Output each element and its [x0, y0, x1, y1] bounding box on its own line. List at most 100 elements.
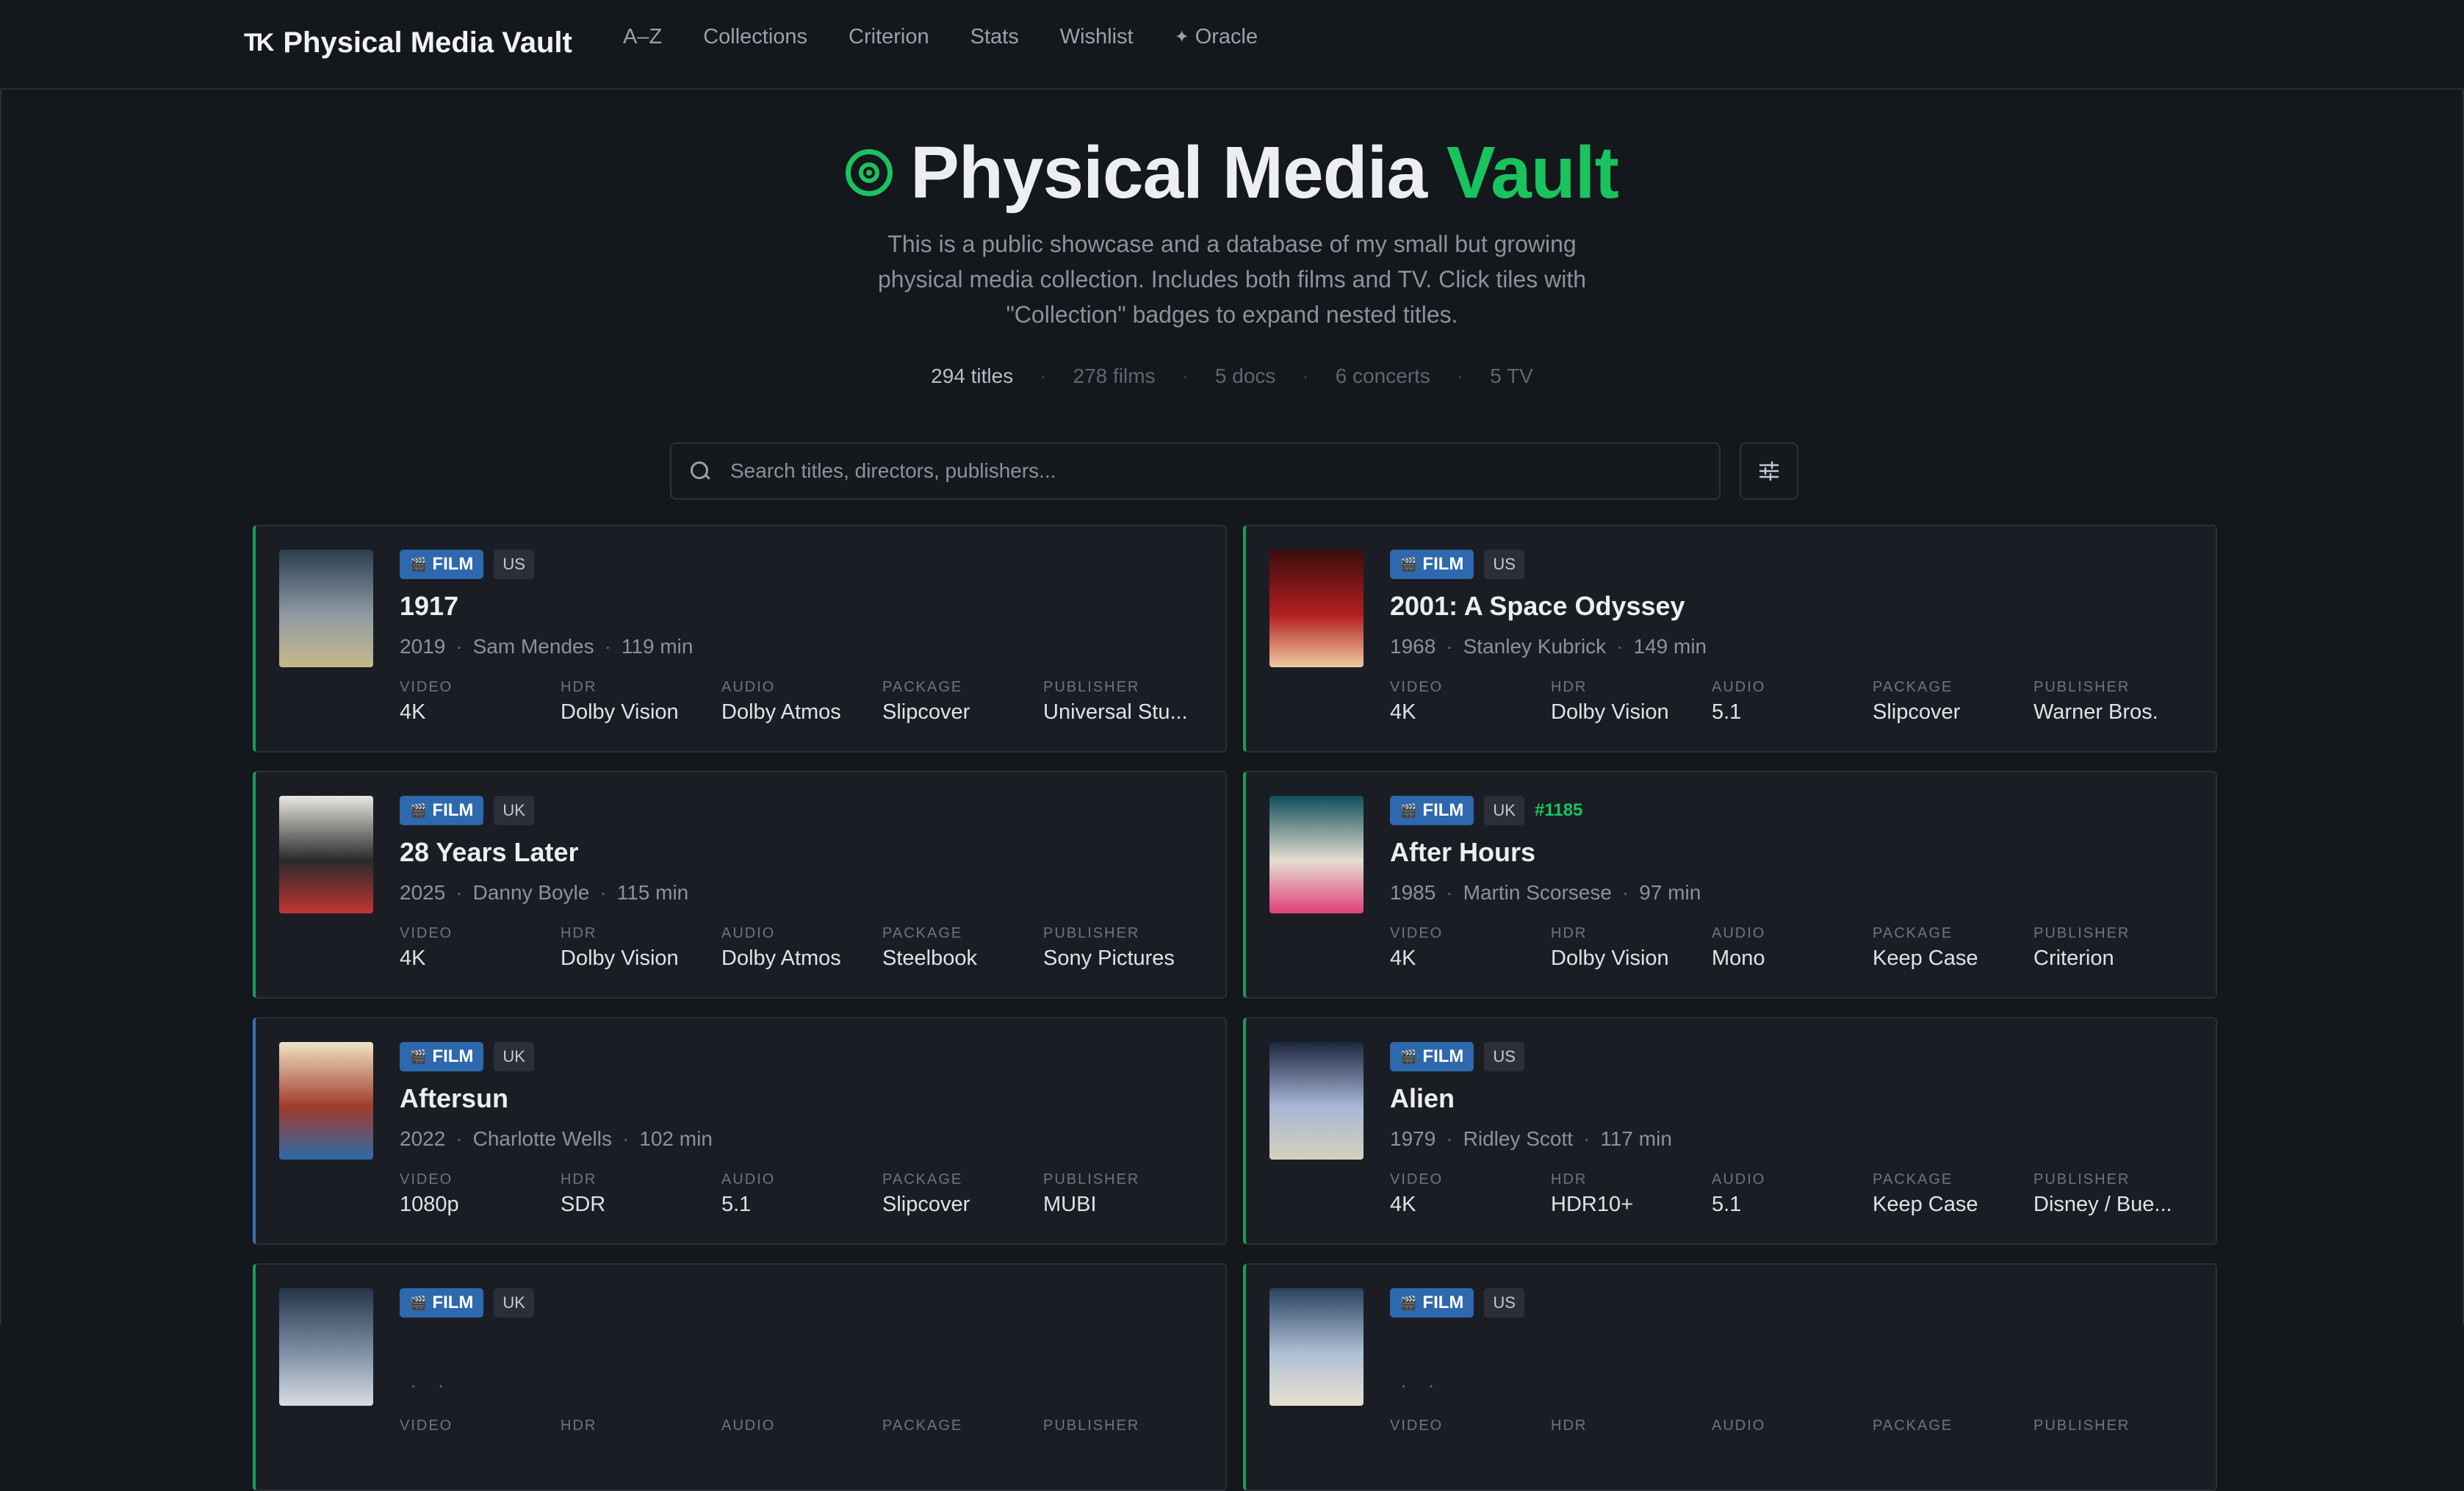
card-runtime: 117 min: [1600, 1127, 1672, 1150]
card-title[interactable]: 28 Years Later: [400, 837, 579, 868]
spec-hdr: HDR SDR: [561, 1171, 721, 1217]
type-badge: 🎬 FILM: [400, 550, 484, 579]
spec-value: 5.1: [1712, 700, 1742, 724]
nav-link-label: Stats: [970, 25, 1019, 48]
type-label: FILM: [432, 1046, 474, 1066]
card-title[interactable]: Alien: [1390, 1083, 1455, 1114]
spec-label: PACKAGE: [882, 1171, 963, 1188]
nav-links: A–Z Collections Criterion Stats Wishlist…: [623, 25, 1258, 49]
card-title[interactable]: After Hours: [1390, 837, 1535, 868]
spec-label: AUDIO: [721, 925, 776, 941]
card-director: Charlotte Wells: [472, 1127, 612, 1150]
title-card[interactable]: 🎬 FILM UK · · VIDEO HDR AUDIO PACKAGE PU…: [253, 1263, 1227, 1491]
card-runtime: 115 min: [616, 881, 689, 904]
spec-label: PACKAGE: [1873, 1171, 1953, 1188]
poster-image: [1269, 550, 1364, 667]
card-year: 1968: [1390, 635, 1436, 658]
spec-package: PACKAGE Slipcover: [882, 679, 1043, 725]
stat-separator: ·: [1181, 364, 1189, 387]
region-badge: UK: [494, 796, 534, 825]
spec-value: Keep Case: [1873, 946, 1978, 970]
type-label: FILM: [432, 554, 474, 574]
type-badge: 🎬 FILM: [1390, 1042, 1474, 1071]
nav-link-oracle[interactable]: ✦ Oracle: [1175, 25, 1258, 49]
card-title[interactable]: Aftersun: [400, 1083, 508, 1114]
nav-link-a-z[interactable]: A–Z: [623, 25, 662, 49]
spec-hdr: HDR Dolby Vision: [1551, 679, 1712, 725]
title-card[interactable]: 🎬 FILM US · · VIDEO HDR AUDIO PACKAGE PU…: [1243, 1263, 2217, 1491]
title-card[interactable]: 🎬 FILM US 2001: A Space Odyssey 1968 · Sta…: [1243, 525, 2217, 752]
nav-link-wishlist[interactable]: Wishlist: [1060, 25, 1134, 49]
region-badge: UK: [1484, 796, 1524, 825]
spec-value: HDR10+: [1551, 1193, 1634, 1216]
card-title[interactable]: 2001: A Space Odyssey: [1390, 591, 1685, 622]
clapperboard-icon: 🎬: [410, 556, 427, 572]
spec-label: HDR: [561, 1418, 597, 1434]
spec-audio: AUDIO: [721, 1418, 882, 1439]
meta-separator: ·: [1583, 1127, 1591, 1150]
spec-label: PUBLISHER: [2033, 1418, 2130, 1434]
spec-value: Warner Bros.: [2033, 700, 2158, 724]
spec-audio: AUDIO Mono: [1712, 925, 1873, 971]
title-main: Physical Media: [910, 132, 1447, 214]
nav-link-label: Collections: [703, 25, 808, 48]
spec-label: PUBLISHER: [1043, 1171, 1140, 1188]
spec-publisher: PUBLISHER: [1043, 1418, 1204, 1439]
spec-publisher: PUBLISHER Universal Stu...: [1043, 679, 1204, 725]
spec-value: 5.1: [1712, 1193, 1742, 1216]
meta-separator: ·: [1446, 635, 1453, 658]
filter-button[interactable]: [1740, 442, 1798, 500]
spec-package: PACKAGE Keep Case: [1873, 925, 2033, 971]
title-card[interactable]: 🎬 FILM US Alien 1979 · Ridley Scott · 117 mi…: [1243, 1017, 2217, 1245]
hero: Physical Media Vault This is a public sh…: [0, 125, 2464, 388]
card-title[interactable]: 1917: [400, 591, 458, 622]
meta-separator: ·: [455, 881, 463, 904]
card-meta: · ·: [400, 1373, 455, 1397]
card-meta: 1985 · Martin Scorsese · 97 min: [1390, 881, 1701, 905]
title-card[interactable]: 🎬 FILM UK Aftersun 2022 · Charlotte Wells ·…: [253, 1017, 1227, 1245]
poster-image: [1269, 1288, 1364, 1406]
nav-link-label: Wishlist: [1059, 25, 1134, 48]
card-year: 2022: [400, 1127, 446, 1150]
spec-value: 4K: [400, 700, 426, 724]
spec-video: VIDEO 4K: [400, 679, 561, 725]
spec-package: PACKAGE: [1873, 1418, 2033, 1439]
spec-label: VIDEO: [1390, 1171, 1444, 1188]
spec-package: PACKAGE Slipcover: [1873, 679, 2033, 725]
spec-value: Slipcover: [1873, 700, 1961, 724]
meta-separator: ·: [455, 635, 463, 658]
spec-value: SDR: [561, 1193, 606, 1216]
card-director: Martin Scorsese: [1463, 881, 1612, 904]
type-badge: 🎬 FILM: [400, 1042, 484, 1071]
card-runtime: 102 min: [639, 1127, 713, 1150]
type-label: FILM: [1422, 800, 1464, 820]
spec-label: HDR: [1551, 1418, 1588, 1434]
spec-package: PACKAGE Keep Case: [1873, 1171, 2033, 1217]
spec-label: HDR: [1551, 1171, 1588, 1188]
spec-label: VIDEO: [400, 679, 453, 695]
spec-label: PACKAGE: [1873, 679, 1953, 695]
spec-audio: AUDIO: [1712, 1418, 1873, 1439]
search-input[interactable]: [729, 459, 1687, 484]
card-meta: 1979 · Ridley Scott · 117 min: [1390, 1127, 1672, 1151]
site-logo[interactable]: TK Physical Media Vault: [244, 22, 572, 63]
spec-row: VIDEO 4K HDR Dolby Vision AUDIO Dolby At…: [400, 925, 1204, 971]
spec-value: Dolby Atmos: [721, 700, 841, 724]
title-card[interactable]: 🎬 FILM US 1917 2019 · Sam Mendes · 119 min V…: [253, 525, 1227, 752]
spec-label: AUDIO: [1712, 679, 1766, 695]
badge-row: 🎬 FILM US: [400, 550, 534, 579]
title-card[interactable]: 🎬 FILM UK #1185 After Hours 1985 · Martin …: [1243, 771, 2217, 999]
clapperboard-icon: 🎬: [1400, 802, 1417, 818]
spec-value: Sony Pictures: [1043, 946, 1175, 970]
page-title: Physical Media Vault: [846, 125, 1619, 220]
spec-value: 4K: [1390, 1193, 1416, 1216]
nav-link-stats[interactable]: Stats: [970, 25, 1019, 49]
meta-separator: ·: [410, 1373, 417, 1396]
spec-value: 4K: [1390, 700, 1416, 724]
title-card[interactable]: 🎬 FILM UK 28 Years Later 2025 · Danny Boyl…: [253, 771, 1227, 999]
nav-link-collections[interactable]: Collections: [703, 25, 807, 49]
nav-link-criterion[interactable]: Criterion: [849, 25, 929, 49]
badge-row: 🎬 FILM US: [1390, 1288, 1524, 1318]
top-nav: TK Physical Media Vault A–Z Collections …: [0, 0, 2464, 90]
spec-value: Slipcover: [882, 1193, 970, 1216]
